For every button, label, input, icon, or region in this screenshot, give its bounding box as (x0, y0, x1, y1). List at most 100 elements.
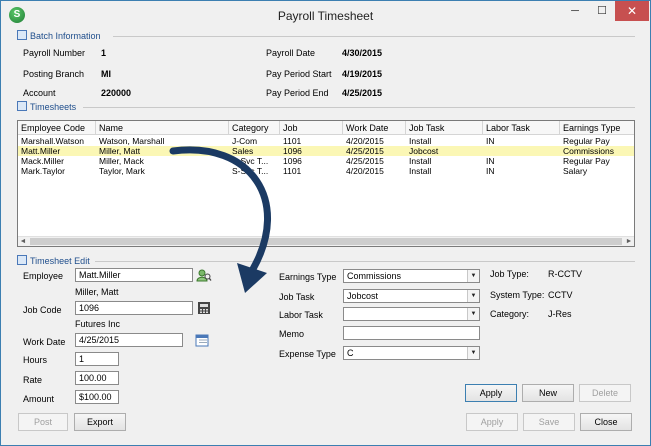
table-cell: Matt.Miller (21, 146, 61, 156)
job-type-label: Job Type: (490, 269, 529, 279)
table-cell: IN (486, 166, 495, 176)
edit-apply-button[interactable]: Apply (465, 384, 517, 402)
apply-button[interactable]: Apply (466, 413, 518, 431)
payroll-number-label: Payroll Number (23, 48, 86, 58)
calculator-icon[interactable] (196, 301, 212, 315)
column-header[interactable]: Category (229, 121, 280, 135)
table-cell: 1101 (283, 136, 302, 146)
table-cell: Marshall.Watson (21, 136, 84, 146)
minimize-button[interactable]: ─ (561, 1, 589, 21)
table-cell: Install (409, 156, 432, 166)
divider (95, 261, 635, 262)
job-task-select[interactable]: Jobcost ▼ (343, 289, 480, 303)
payroll-number-value: 1 (101, 48, 107, 58)
table-cell: 1096 (283, 146, 302, 156)
delete-button[interactable]: Delete (579, 384, 631, 402)
table-row[interactable]: Mack.Miller Miller, Mack S-Svc T... 1096… (18, 156, 634, 166)
payroll-date-label: Payroll Date (266, 48, 316, 58)
earnings-type-select[interactable]: Commissions ▼ (343, 269, 480, 283)
hours-input[interactable]: 1 (75, 352, 119, 366)
earnings-type-value: Commissions (347, 271, 402, 281)
table-cell: Miller, Matt (99, 146, 141, 156)
table-cell: Mack.Miller (21, 156, 64, 166)
table-cell: Install (409, 136, 432, 146)
section-icon (17, 101, 27, 111)
scroll-right-icon[interactable]: ► (624, 237, 634, 246)
horizontal-scrollbar[interactable]: ◄ ► (18, 236, 634, 246)
job-code-input[interactable]: 1096 (75, 301, 193, 315)
timesheets-header: Timesheets (17, 100, 76, 114)
chevron-down-icon[interactable]: ▼ (467, 308, 479, 320)
job-code-label: Job Code (23, 305, 62, 315)
period-start-value: 4/19/2015 (342, 69, 383, 79)
job-name-text: Futures Inc (75, 319, 121, 329)
table-row[interactable]: Marshall.Watson Watson, Marshall J-Com 1… (18, 136, 634, 146)
calendar-icon[interactable] (194, 333, 210, 347)
posting-branch-value: MI (101, 69, 111, 79)
job-task-label: Job Task (279, 292, 315, 302)
table-cell: Jobcost (409, 146, 439, 156)
section-icon (17, 30, 27, 40)
job-task-value: Jobcost (347, 291, 379, 301)
labor-task-select[interactable]: ▼ (343, 307, 480, 321)
column-header[interactable]: Name (96, 121, 229, 135)
close-button[interactable]: Close (580, 413, 632, 431)
timesheets-title: Timesheets (30, 102, 77, 112)
save-button[interactable]: Save (523, 413, 575, 431)
table-cell: Taylor, Mark (99, 166, 145, 176)
amount-input[interactable]: $100.00 (75, 390, 119, 404)
expense-type-label: Expense Type (279, 349, 336, 359)
payroll-timesheet-window: S Payroll Timesheet ─ ☐ ✕ Batch Informat… (0, 0, 651, 446)
grid-header: Employee Code Name Category Job Work Dat… (18, 121, 634, 135)
table-cell: 1096 (283, 156, 302, 166)
table-cell: 4/20/2015 (346, 166, 384, 176)
scrollbar-thumb[interactable] (30, 238, 622, 245)
divider (113, 36, 635, 37)
memo-input[interactable] (343, 326, 480, 340)
expense-type-select[interactable]: C ▼ (343, 346, 480, 360)
table-cell: J-Com (232, 136, 258, 146)
chevron-down-icon[interactable]: ▼ (467, 347, 479, 359)
table-cell: IN (486, 136, 495, 146)
column-header[interactable]: Job Task (406, 121, 483, 135)
table-row[interactable]: Mark.Taylor Taylor, Mark S-Svc T... 1101… (18, 166, 634, 176)
chevron-down-icon[interactable]: ▼ (467, 290, 479, 302)
account-value: 220000 (101, 88, 132, 98)
timesheet-edit-header: Timesheet Edit (17, 254, 90, 268)
column-header[interactable]: Earnings Type (560, 121, 634, 135)
column-header[interactable]: Work Date (343, 121, 406, 135)
payroll-date-value: 4/30/2015 (342, 48, 383, 58)
scroll-left-icon[interactable]: ◄ (18, 237, 28, 246)
table-row-selected[interactable]: Matt.Miller Miller, Matt Sales 1096 4/25… (18, 146, 634, 156)
labor-task-label: Labor Task (279, 310, 323, 320)
table-cell: 4/25/2015 (346, 146, 384, 156)
employee-name-text: Miller, Matt (75, 287, 119, 297)
system-type-label: System Type: (490, 290, 545, 300)
table-cell: Mark.Taylor (21, 166, 65, 176)
work-date-input[interactable]: 4/25/2015 (75, 333, 183, 347)
window-title: Payroll Timesheet (277, 9, 374, 23)
table-cell: Watson, Marshall (99, 136, 165, 146)
timesheets-grid[interactable]: Employee Code Name Category Job Work Dat… (17, 120, 635, 247)
post-button[interactable]: Post (18, 413, 68, 431)
table-cell: 4/20/2015 (346, 136, 384, 146)
system-type-value: CCTV (548, 290, 573, 300)
new-button[interactable]: New (522, 384, 574, 402)
table-cell (483, 146, 560, 156)
person-search-icon[interactable] (196, 268, 212, 282)
period-end-label: Pay Period End (266, 88, 329, 98)
column-header[interactable]: Employee Code (18, 121, 96, 135)
column-header[interactable]: Job (280, 121, 343, 135)
divider (83, 107, 635, 108)
section-icon (17, 255, 27, 265)
chevron-down-icon[interactable]: ▼ (467, 270, 479, 282)
table-cell: Regular Pay (563, 156, 610, 166)
amount-label: Amount (23, 394, 55, 404)
maximize-button[interactable]: ☐ (589, 1, 615, 21)
table-cell: Install (409, 166, 432, 176)
employee-input[interactable]: Matt.Miller (75, 268, 193, 282)
close-window-button[interactable]: ✕ (615, 1, 649, 21)
column-header[interactable]: Labor Task (483, 121, 560, 135)
export-button[interactable]: Export (74, 413, 126, 431)
rate-input[interactable]: 100.00 (75, 371, 119, 385)
